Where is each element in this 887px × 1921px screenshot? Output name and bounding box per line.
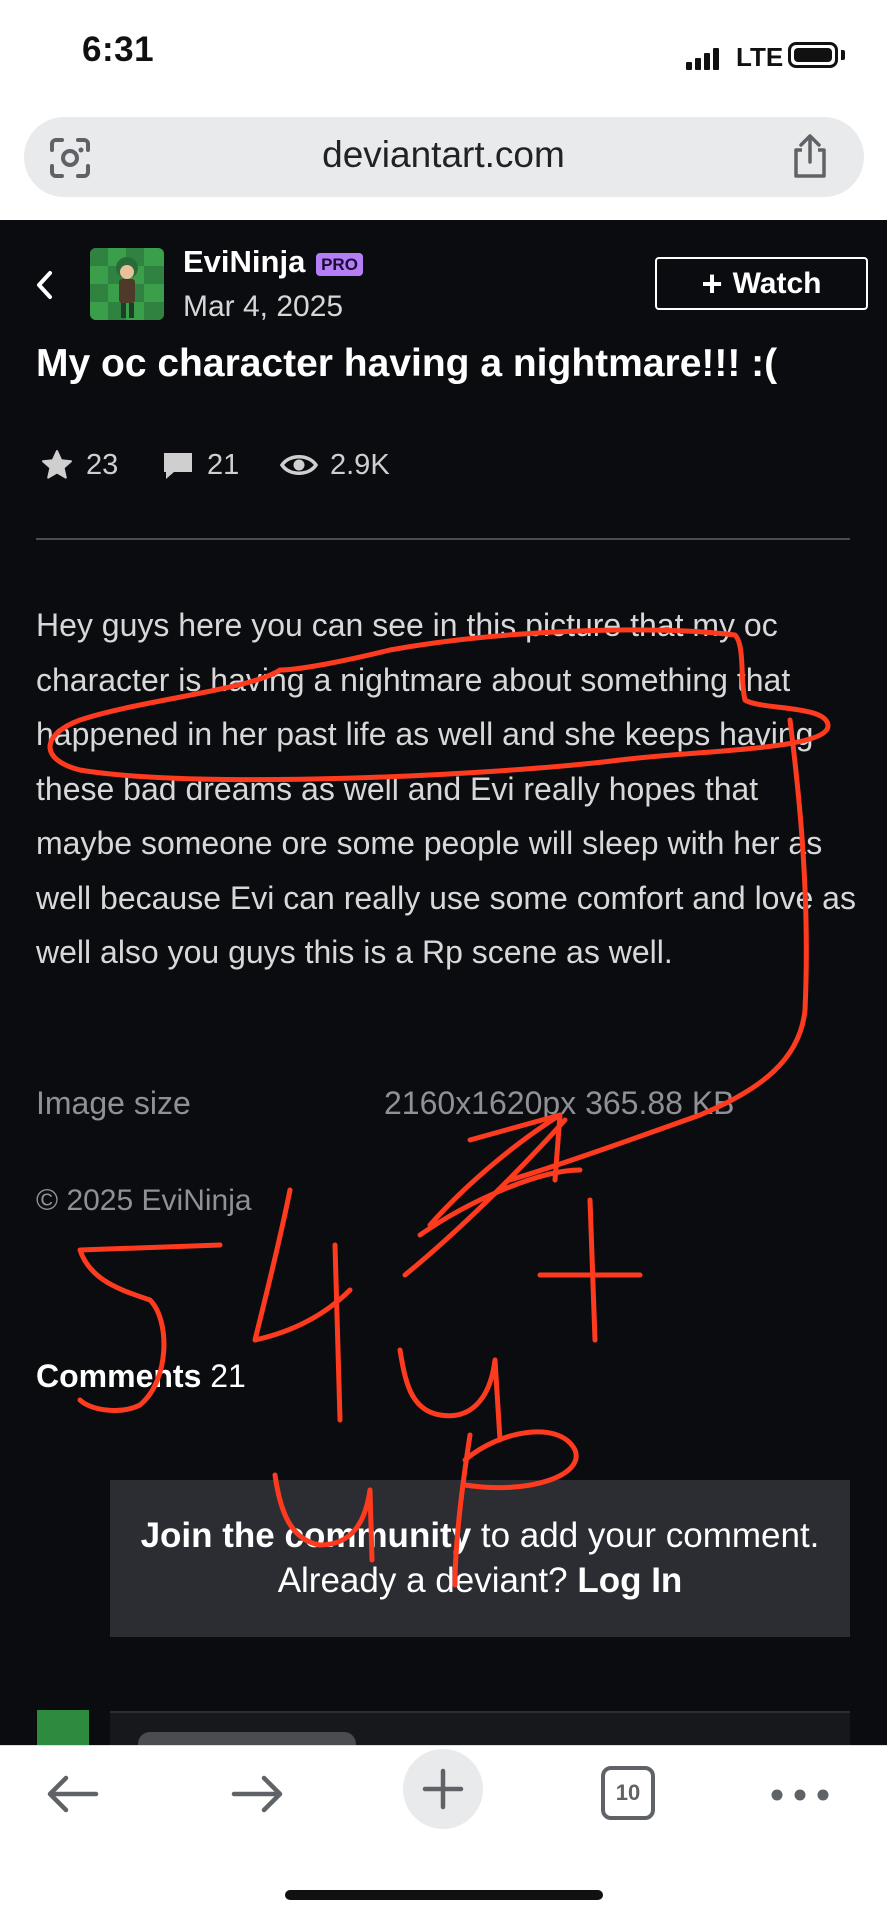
comments-label: Comments (36, 1358, 202, 1394)
favourites-stat[interactable]: 23 (40, 447, 118, 483)
share-icon[interactable] (790, 134, 830, 180)
image-size-value: 2160x1620px 365.88 KB (384, 1085, 735, 1121)
tab-switcher-button[interactable]: 10 (601, 1766, 655, 1820)
comments-heading: Comments 21 (36, 1358, 246, 1395)
back-arrow-icon[interactable] (42, 1768, 102, 1820)
comments-heading-count: 21 (210, 1358, 246, 1394)
watch-label: Watch (732, 266, 822, 300)
author-avatar[interactable] (90, 248, 164, 320)
comments-stat[interactable]: 21 (161, 447, 239, 483)
comment-icon (164, 453, 192, 479)
watch-button[interactable]: + Watch (655, 257, 868, 310)
views-stat: 2.9K (280, 447, 390, 483)
status-time: 6:31 (82, 30, 155, 69)
image-size-label: Image size (36, 1085, 191, 1121)
eye-icon (280, 455, 318, 475)
plus-icon (422, 1768, 464, 1810)
star-icon (42, 450, 72, 479)
more-icon[interactable] (770, 1788, 830, 1802)
battery-tip (841, 50, 845, 60)
battery-icon (788, 42, 838, 68)
new-tab-button[interactable] (403, 1749, 483, 1829)
home-indicator (285, 1890, 603, 1900)
publish-date: Mar 4, 2025 (183, 290, 344, 323)
back-chevron-icon[interactable] (30, 265, 60, 305)
join-community-link[interactable]: Join the community (141, 1516, 472, 1555)
favourites-count: 23 (86, 448, 119, 481)
network-label: LTE (736, 42, 784, 72)
url-text[interactable]: deviantart.com (0, 134, 887, 176)
plus-icon: + (701, 262, 723, 304)
pro-badge: PRO (316, 253, 363, 276)
comments-count: 21 (207, 448, 240, 481)
copyright-text: © 2025 EviNinja (36, 1184, 252, 1217)
signal-icon (686, 48, 720, 70)
forward-arrow-icon[interactable] (228, 1768, 288, 1820)
commenter-avatar[interactable] (37, 1710, 89, 1750)
author-name[interactable]: EviNinja (183, 244, 305, 280)
divider (36, 538, 850, 540)
views-count: 2.9K (330, 448, 390, 481)
join-community-text: Join the community to add your comment. … (110, 1513, 850, 1603)
deviation-description: Hey guys here you can see in this pictur… (36, 607, 856, 970)
login-link[interactable]: Log In (577, 1561, 682, 1600)
deviation-title: My oc character having a nightmare!!! :( (36, 342, 778, 385)
